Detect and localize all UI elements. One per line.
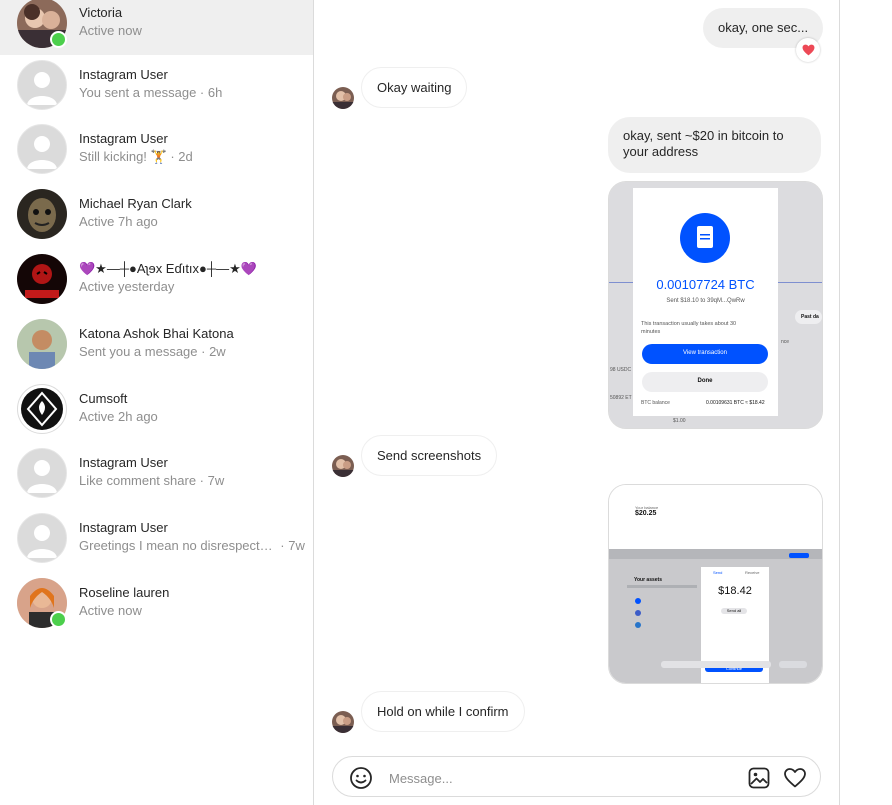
assets-title: Your assets: [634, 577, 662, 583]
transaction-screenshot: [609, 182, 822, 428]
divider: [839, 0, 840, 805]
message-input[interactable]: [387, 767, 731, 789]
sender-avatar[interactable]: [332, 455, 354, 477]
conversation-status: Active yesterday: [79, 279, 175, 294]
conversation-status: You sent a message · 6h: [79, 85, 223, 100]
side-nce: nce: [781, 339, 790, 345]
send-tab: Send: [713, 570, 723, 575]
message-bubble-incoming[interactable]: Okay waiting: [361, 67, 468, 108]
conversation-status: Still kicking! 🏋 · 2d: [79, 149, 193, 164]
heart-icon[interactable]: [783, 766, 807, 795]
conversation-item[interactable]: Katona Ashok Bhai Katona Sent you a mess…: [0, 311, 313, 376]
conversation-preview: Greetings I mean no disrespect…: [79, 538, 273, 553]
avatar: [17, 384, 67, 434]
conversation-item[interactable]: Cumsoft Active 2h ago: [0, 376, 313, 441]
image-icon[interactable]: [747, 766, 771, 795]
receive-tab: Receive: [745, 570, 760, 575]
message-text: Okay waiting: [377, 80, 452, 95]
balance-value: $20.25: [635, 510, 657, 517]
conversation-name: Michael Ryan Clark: [79, 196, 192, 211]
message-text: okay, one sec...: [718, 20, 809, 35]
conversation-item[interactable]: Roseline lauren Active now: [0, 570, 313, 635]
message-bubble-outgoing[interactable]: okay, sent ~$20 in bitcoin to your addre…: [608, 117, 821, 173]
conversation-item[interactable]: Michael Ryan Clark Active 7h ago: [0, 181, 313, 246]
conversation-name: Instagram User: [79, 455, 168, 470]
sender-avatar[interactable]: [332, 87, 354, 109]
conversation-name: Instagram User: [79, 520, 168, 535]
conversation-time: · 7w: [280, 538, 305, 553]
conversation-name: Roseline lauren: [79, 585, 170, 600]
conversation-name: Instagram User: [79, 67, 168, 82]
message-text: Send screenshots: [377, 448, 482, 463]
conversation-item[interactable]: Instagram User Greetings I mean no disre…: [0, 505, 313, 570]
balance-label: BTC balance: [641, 400, 670, 406]
message-text-line: your address: [623, 144, 699, 159]
conversation-name: Instagram User: [79, 131, 168, 146]
done-button: Done: [697, 378, 713, 384]
btc-amount: 0.00107724 BTC: [656, 277, 755, 292]
conversation-status: Sent you a message · 2w: [79, 344, 226, 359]
conversation-status: Active 7h ago: [79, 214, 158, 229]
conversation-item[interactable]: Instagram User You sent a message · 6h: [0, 52, 313, 117]
message-bubble-incoming[interactable]: Send screenshots: [361, 435, 498, 476]
continue-button: Continue: [725, 666, 742, 671]
conversation-name: Victoria: [79, 5, 123, 20]
transaction-note-line: minutes: [641, 329, 661, 335]
balance-value: 0.00109631 BTC ≈ $18.42: [706, 400, 765, 406]
side-usdc: 98 USDC: [610, 367, 632, 373]
conversation-item[interactable]: Instagram User Still kicking! 🏋 · 2d: [0, 116, 313, 181]
message-bubble-incoming[interactable]: Hold on while I confirm: [361, 691, 525, 732]
conversation-status: Active now: [79, 603, 142, 618]
conversation-item[interactable]: Victoria Active now: [0, 0, 313, 55]
sender-avatar[interactable]: [332, 711, 354, 733]
image-attachment[interactable]: 0.00107724 BTC Sent $18.10 to 39qM...QwR…: [608, 181, 823, 429]
message-text: Hold on while I confirm: [377, 704, 509, 719]
online-indicator: [50, 611, 67, 628]
conversation-name: Cumsoft: [79, 391, 128, 406]
avatar: [17, 319, 67, 369]
message-text-line: okay, sent ~$20 in bitcoin to: [623, 128, 784, 143]
bottom-value: $1.00: [673, 418, 686, 424]
avatar: [17, 60, 67, 110]
avatar: [17, 513, 67, 563]
avatar: [17, 189, 67, 239]
transaction-note: This transaction usually takes about 30 …: [641, 320, 771, 336]
conversation-status: Active now: [79, 23, 142, 38]
conversation-item[interactable]: Instagram User Like comment share · 7w: [0, 440, 313, 505]
conversation-status: Active 2h ago: [79, 409, 158, 424]
side-label: Past da: [801, 314, 819, 320]
conversation-status: Greetings I mean no disrespect… · 7w: [79, 538, 305, 553]
heart-reaction-icon[interactable]: [796, 38, 820, 62]
conversation-name: Katona Ashok Bhai Katona: [79, 326, 234, 341]
transaction-note-line: This transaction usually takes about 30: [641, 321, 737, 327]
avatar: [17, 254, 67, 304]
view-transaction-button: View transaction: [683, 350, 727, 356]
conversation-item[interactable]: 💜★—┼●Aʅɘx Eɗıtıx●┼—★💜 Active yesterday: [0, 246, 313, 311]
avatar: [17, 124, 67, 174]
online-indicator: [50, 31, 67, 48]
smile-icon[interactable]: [349, 766, 373, 795]
side-eth: 50892 ET: [610, 395, 632, 401]
send-all-label: Send all: [726, 608, 742, 613]
message-composer: [332, 756, 821, 797]
sent-line: Sent $18.10 to 39qM...QwRw: [666, 298, 745, 304]
avatar: [17, 448, 67, 498]
conversation-list: Victoria Active now Instagram User You s…: [0, 0, 314, 805]
image-attachment[interactable]: Your balance $20.25 Your assets Send Rec…: [608, 484, 823, 684]
conversation-name: 💜★—┼●Aʅɘx Eɗıtıx●┼—★💜: [79, 261, 257, 276]
send-amount: $18.42: [718, 585, 752, 597]
conversation-status: Like comment share · 7w: [79, 473, 225, 488]
